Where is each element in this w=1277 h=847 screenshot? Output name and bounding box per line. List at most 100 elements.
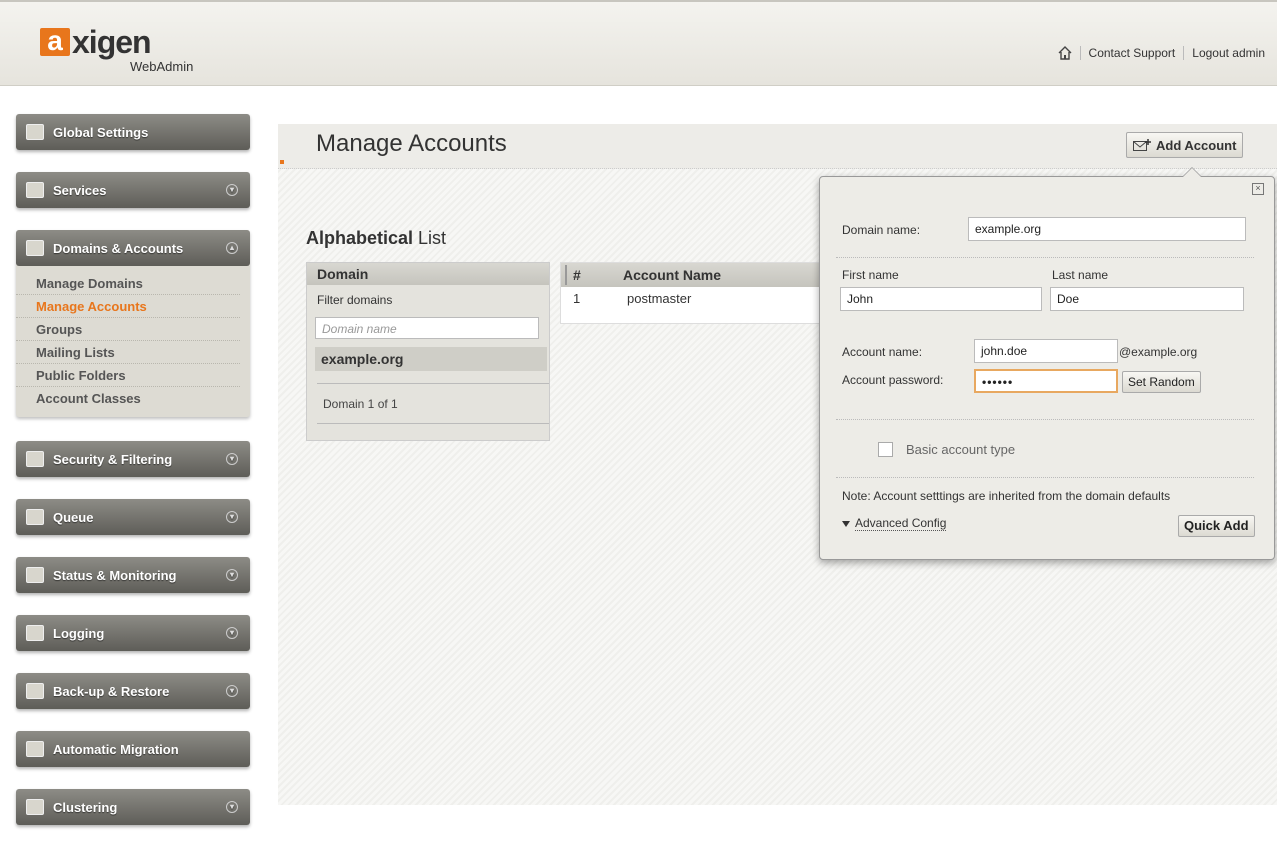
nav-group-domains: Domains & Accounts ▴ Manage Domains Mana… <box>16 230 250 417</box>
subnav-account-classes[interactable]: Account Classes <box>16 387 240 409</box>
close-icon[interactable]: × <box>1252 183 1264 195</box>
domain-name-field[interactable]: example.org <box>968 217 1246 241</box>
queue-icon <box>26 509 44 525</box>
account-name-field[interactable]: john.doe <box>974 339 1118 363</box>
domain-list-item[interactable]: example.org <box>315 347 547 371</box>
active-marker <box>280 160 284 164</box>
chevron-down-icon[interactable]: ▾ <box>226 685 238 697</box>
divider <box>1183 46 1185 60</box>
chevron-down-icon[interactable]: ▾ <box>226 569 238 581</box>
set-random-button[interactable]: Set Random <box>1122 371 1201 393</box>
logout-link[interactable]: Logout admin <box>1192 46 1265 60</box>
nav-clustering[interactable]: Clustering ▾ <box>16 789 250 825</box>
inherit-note: Note: Account setttings are inherited fr… <box>842 489 1171 503</box>
subnav-manage-domains[interactable]: Manage Domains <box>16 272 240 295</box>
filter-label: Filter domains <box>317 293 393 307</box>
subnav-mailing-lists[interactable]: Mailing Lists <box>16 341 240 364</box>
nav-label: Back-up & Restore <box>53 683 170 699</box>
column-header-number[interactable]: # <box>573 263 581 287</box>
chevron-down-icon[interactable]: ▾ <box>226 453 238 465</box>
triangle-down-icon <box>842 520 850 527</box>
last-name-field[interactable]: Doe <box>1050 287 1244 311</box>
services-icon <box>26 182 44 198</box>
advanced-config-toggle[interactable]: Advanced Config <box>842 516 947 531</box>
domain-name-label: Domain name: <box>842 223 921 237</box>
monitoring-icon <box>26 567 44 583</box>
top-links: Contact Support Logout admin <box>1058 46 1265 60</box>
divider <box>836 257 1254 259</box>
column-resize-handle[interactable] <box>565 265 567 285</box>
title-bar: Manage Accounts Add Account <box>278 124 1277 169</box>
nav-label: Global Settings <box>53 124 149 140</box>
chevron-down-icon[interactable]: ▾ <box>226 627 238 639</box>
add-account-label: Add Account <box>1156 137 1237 153</box>
nav-automatic-migration[interactable]: Automatic Migration <box>16 731 250 767</box>
domain-suffix: @example.org <box>1119 345 1198 359</box>
divider <box>1079 46 1081 60</box>
column-header-account-name[interactable]: Account Name <box>623 263 721 287</box>
home-icon[interactable] <box>1058 46 1072 60</box>
logo-text: xigen <box>72 24 152 60</box>
quick-add-button[interactable]: Quick Add <box>1178 515 1255 537</box>
nav-status-monitoring[interactable]: Status & Monitoring ▾ <box>16 557 250 593</box>
envelope-plus-icon <box>1133 139 1151 151</box>
subnav-manage-accounts[interactable]: Manage Accounts <box>16 295 240 318</box>
last-name-label: Last name <box>1052 268 1109 282</box>
row-number: 1 <box>573 291 581 306</box>
domain-count: Domain 1 of 1 <box>323 397 398 411</box>
nav-services[interactable]: Services ▾ <box>16 172 250 208</box>
domain-panel-header: Domain <box>307 263 549 285</box>
chevron-down-icon[interactable]: ▾ <box>226 801 238 813</box>
nav-label: Security & Filtering <box>53 451 173 467</box>
top-bar: a xigen WebAdmin Contact Support Logout … <box>0 0 1277 86</box>
chevron-down-icon[interactable]: ▾ <box>226 184 238 196</box>
nav-label: Status & Monitoring <box>53 567 177 583</box>
chevron-down-icon[interactable]: ▾ <box>226 511 238 523</box>
logo-letter: a <box>40 27 70 56</box>
nav-domains-accounts[interactable]: Domains & Accounts ▴ <box>16 230 250 266</box>
nav-label: Queue <box>53 509 94 525</box>
account-name-label: Account name: <box>842 345 923 359</box>
accounts-table: # Account Name 1 postmaster <box>560 262 822 324</box>
subnav-groups[interactable]: Groups <box>16 318 240 341</box>
security-icon <box>26 451 44 467</box>
domains-icon <box>26 240 44 256</box>
chevron-up-icon[interactable]: ▴ <box>226 242 238 254</box>
globe-icon <box>26 124 44 140</box>
nav-label: Automatic Migration <box>53 741 179 757</box>
nav-label: Domains & Accounts <box>53 240 184 256</box>
nav-security-filtering[interactable]: Security & Filtering ▾ <box>16 441 250 477</box>
list-title-rest: List <box>413 228 447 248</box>
divider <box>836 477 1254 479</box>
logo-subtitle: WebAdmin <box>130 59 194 74</box>
sidebar: Global Settings Services ▾ Domains & Acc… <box>16 114 250 847</box>
divider <box>317 383 549 384</box>
add-account-popup: × Domain name: example.org First name La… <box>819 167 1275 560</box>
add-account-button[interactable]: Add Account <box>1126 132 1244 158</box>
contact-support-link[interactable]: Contact Support <box>1089 46 1176 60</box>
table-header: # Account Name <box>561 263 821 287</box>
domain-filter-input[interactable]: Domain name <box>315 317 539 339</box>
password-field[interactable]: •••••• <box>974 369 1118 393</box>
divider <box>317 423 549 424</box>
nav-label: Services <box>53 182 107 198</box>
nav-global-settings[interactable]: Global Settings <box>16 114 250 150</box>
first-name-field[interactable]: John <box>840 287 1042 311</box>
basic-account-checkbox[interactable] <box>878 442 893 457</box>
first-name-label: First name <box>842 268 899 282</box>
subnav-public-folders[interactable]: Public Folders <box>16 364 240 387</box>
table-row[interactable]: 1 postmaster <box>561 287 821 311</box>
basic-account-label: Basic account type <box>906 442 1016 457</box>
divider <box>836 419 1254 421</box>
password-label: Account password: <box>842 373 944 387</box>
nav-backup-restore[interactable]: Back-up & Restore ▾ <box>16 673 250 709</box>
nav-label: Clustering <box>53 799 118 815</box>
logging-icon <box>26 625 44 641</box>
page-title: Manage Accounts <box>316 130 507 157</box>
advanced-config-label: Advanced Config <box>855 516 947 531</box>
popup-pointer <box>1182 167 1202 177</box>
nav-logging[interactable]: Logging ▾ <box>16 615 250 651</box>
nav-queue[interactable]: Queue ▾ <box>16 499 250 535</box>
list-title-bold: Alphabetical <box>306 228 414 248</box>
nav-label: Logging <box>53 625 105 641</box>
